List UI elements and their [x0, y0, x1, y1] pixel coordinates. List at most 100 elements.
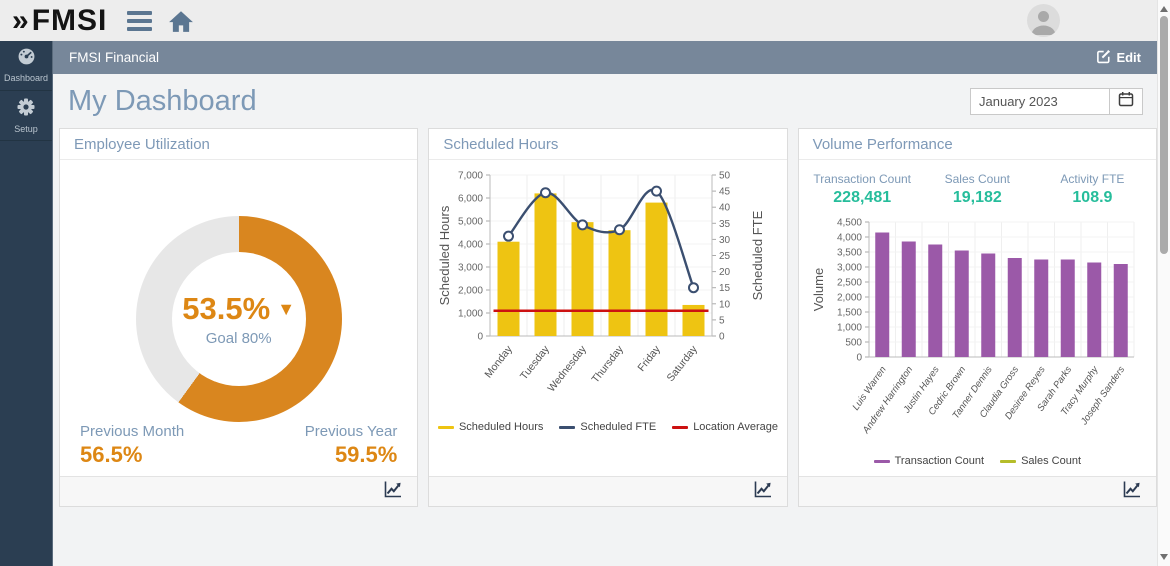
svg-text:Monday: Monday [482, 343, 515, 380]
activity-fte-stat: Activity FTE 108.9 [1035, 172, 1150, 207]
calendar-button[interactable] [1109, 89, 1142, 114]
calendar-icon [1118, 91, 1134, 112]
fmsi-logo: » FMSI [12, 4, 107, 38]
trend-down-icon: ▼ [277, 299, 295, 320]
expand-chart-button[interactable] [1120, 481, 1144, 503]
stat-value: 228,481 [805, 189, 920, 207]
svg-text:2,000: 2,000 [837, 293, 862, 304]
legend-item[interactable]: Location Average [672, 421, 778, 433]
scroll-up-arrow[interactable] [1160, 6, 1168, 12]
expand-chart-button[interactable] [381, 481, 405, 503]
svg-text:30: 30 [719, 235, 731, 246]
line-chart-icon [753, 480, 773, 504]
svg-text:35: 35 [719, 219, 731, 230]
previous-year-value: 59.5% [305, 442, 398, 468]
svg-text:6,000: 6,000 [458, 194, 483, 205]
utilization-donut-chart: 53.5% ▼ Goal 80% [136, 216, 342, 422]
stat-value: 108.9 [1035, 189, 1150, 207]
svg-text:Saturday: Saturday [665, 343, 701, 384]
svg-text:5: 5 [719, 315, 725, 326]
edit-icon [1096, 49, 1111, 67]
stat-label: Activity FTE [1035, 172, 1150, 186]
volume-legend: Transaction Count Sales Count [874, 455, 1081, 467]
utilization-goal-label: Goal 80% [206, 330, 272, 347]
svg-text:7,000: 7,000 [458, 171, 483, 182]
scheduled-hours-chart: 01,0002,0003,0004,0005,0006,0007,0000510… [436, 165, 780, 417]
sidebar-item-setup[interactable]: Setup [0, 91, 52, 141]
svg-text:500: 500 [846, 338, 863, 349]
legend-item[interactable]: Scheduled FTE [559, 421, 656, 433]
previous-year-label: Previous Year [305, 423, 398, 440]
page-title: My Dashboard [68, 85, 257, 118]
previous-month-value: 56.5% [80, 442, 184, 468]
legend-label: Transaction Count [895, 455, 984, 467]
svg-text:Volume: Volume [811, 268, 826, 311]
svg-text:40: 40 [719, 203, 731, 214]
sidebar: Dashboard Setup [0, 41, 53, 566]
user-avatar[interactable] [1027, 4, 1060, 37]
svg-text:4,500: 4,500 [837, 218, 862, 229]
previous-year-stat: Previous Year 59.5% [305, 423, 398, 468]
legend-swatch [1000, 460, 1016, 463]
volume-chart: 05001,0001,5002,0002,5003,0003,5004,0004… [807, 211, 1147, 451]
logo-text: FMSI [32, 4, 108, 38]
svg-text:0: 0 [857, 353, 863, 364]
dashboard-toolbar: FMSI Financial Edit [53, 41, 1157, 74]
svg-text:10: 10 [719, 299, 731, 310]
legend-swatch [874, 460, 890, 463]
sales-count-stat: Sales Count 19,182 [920, 172, 1035, 207]
legend-label: Sales Count [1021, 455, 1081, 467]
card-scheduled-hours: Scheduled Hours 01,0002,0003,0004,0005,0… [428, 128, 787, 507]
svg-text:Scheduled FTE: Scheduled FTE [750, 210, 765, 300]
svg-text:50: 50 [719, 171, 731, 182]
stat-label: Sales Count [920, 172, 1035, 186]
svg-text:3,000: 3,000 [458, 263, 483, 274]
svg-text:25: 25 [719, 251, 731, 262]
volume-stats-row: Transaction Count 228,481 Sales Count 19… [799, 160, 1156, 207]
logo-chevrons-icon: » [12, 4, 30, 38]
card-title: Volume Performance [799, 129, 1156, 160]
legend-label: Scheduled Hours [459, 421, 543, 433]
toolbar-title: FMSI Financial [69, 50, 159, 65]
svg-text:1,500: 1,500 [837, 308, 862, 319]
svg-text:4,000: 4,000 [458, 240, 483, 251]
sidebar-item-label: Setup [14, 124, 38, 134]
expand-chart-button[interactable] [751, 481, 775, 503]
line-chart-icon [1122, 480, 1142, 504]
legend-swatch [559, 426, 575, 429]
period-input[interactable] [971, 89, 1109, 114]
svg-text:4,000: 4,000 [837, 233, 862, 244]
scroll-down-arrow[interactable] [1160, 554, 1168, 560]
svg-text:Tuesday: Tuesday [518, 343, 552, 382]
menu-icon[interactable] [127, 11, 152, 31]
gauge-icon [17, 48, 36, 70]
utilization-value: 53.5% [182, 291, 270, 327]
legend-item[interactable]: Transaction Count [874, 455, 984, 467]
card-title: Scheduled Hours [429, 129, 786, 160]
previous-month-label: Previous Month [80, 423, 184, 440]
scrollbar-thumb[interactable] [1160, 16, 1168, 254]
svg-text:1,000: 1,000 [458, 309, 483, 320]
transaction-count-stat: Transaction Count 228,481 [805, 172, 920, 207]
card-title: Employee Utilization [60, 129, 417, 160]
legend-item[interactable]: Scheduled Hours [438, 421, 543, 433]
sidebar-item-dashboard[interactable]: Dashboard [0, 41, 52, 91]
legend-item[interactable]: Sales Count [1000, 455, 1081, 467]
gear-icon [17, 98, 35, 121]
legend-swatch [438, 426, 454, 429]
sidebar-item-label: Dashboard [4, 73, 48, 83]
stat-label: Transaction Count [805, 172, 920, 186]
svg-text:3,000: 3,000 [837, 263, 862, 274]
top-navbar: » FMSI [0, 0, 1157, 41]
home-icon[interactable] [168, 9, 194, 33]
period-datepicker [970, 88, 1143, 115]
svg-text:Thursday: Thursday [589, 343, 626, 385]
card-employee-utilization: Employee Utilization 53.5% ▼ Goal 80% Pr… [59, 128, 418, 507]
scheduled-hours-legend: Scheduled Hours Scheduled FTE Location Ave… [438, 421, 778, 433]
stat-value: 19,182 [920, 189, 1035, 207]
svg-text:5,000: 5,000 [458, 217, 483, 228]
edit-button[interactable]: Edit [1096, 49, 1141, 67]
svg-text:3,500: 3,500 [837, 248, 862, 259]
svg-text:Scheduled Hours: Scheduled Hours [437, 205, 452, 305]
svg-text:2,500: 2,500 [837, 278, 862, 289]
